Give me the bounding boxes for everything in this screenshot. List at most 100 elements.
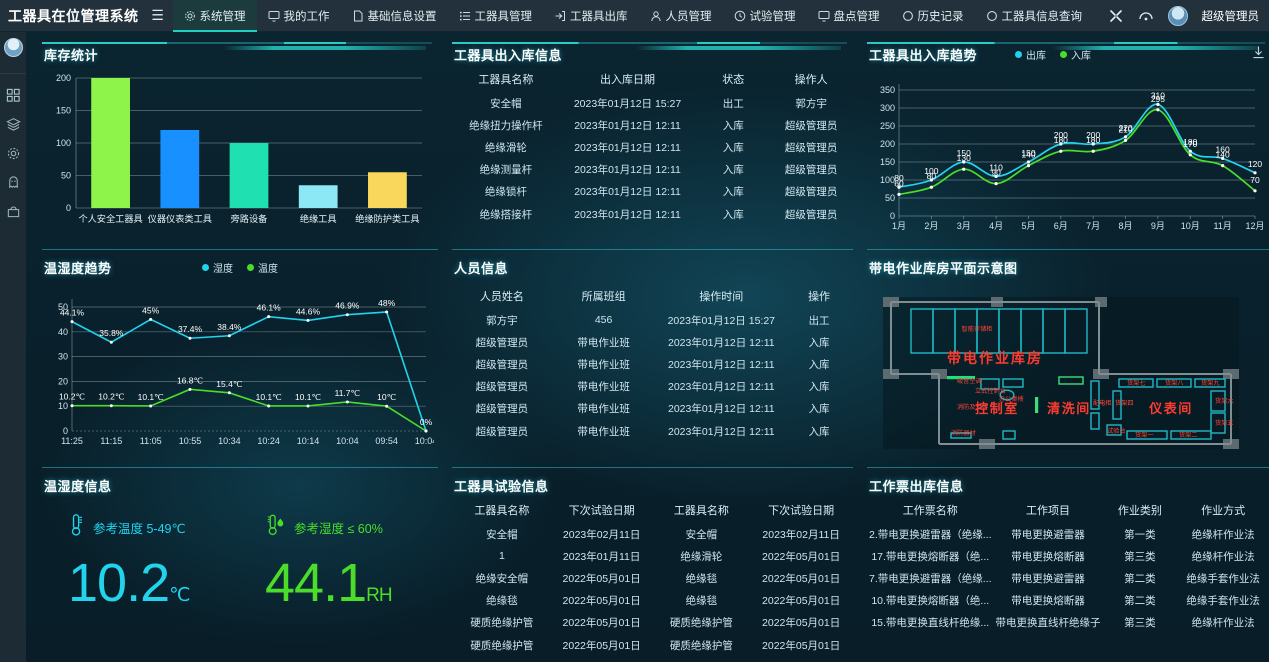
point-label: 35.8% — [99, 328, 124, 338]
point-label: 10.2℃ — [98, 392, 125, 402]
hamburger-icon[interactable]: ☰ — [147, 7, 169, 24]
x-tick-10: 11月 — [1213, 221, 1231, 231]
x-tick-8: 9月 — [1151, 221, 1165, 231]
nav-item-5[interactable]: 人员管理 — [639, 0, 723, 32]
humidity-icon — [265, 513, 286, 542]
legend-item-0[interactable]: 湿度 — [202, 260, 233, 275]
table-row[interactable]: 绝缘搭接杆 2023年01月12日 12:11 入库 超级管理员 — [452, 203, 851, 225]
gear-icon[interactable] — [6, 146, 21, 161]
x-tick-1: 11:15 — [100, 436, 122, 446]
table-row[interactable]: 绝缘锁杆 2023年01月12日 12:11 入库 超级管理员 — [452, 181, 851, 203]
small-label-11: 货架六 — [1215, 397, 1234, 405]
table-row[interactable]: 17.带电更换熔断器（绝... 带电更换熔断器 第三类 绝缘杆作业法 — [867, 545, 1269, 567]
cell-1: 2023年01月12日 12:11 — [574, 141, 681, 154]
cell-1: 带电作业班 — [577, 336, 630, 349]
table-row[interactable]: 绝缘安全帽 2022年05月01日 绝缘毯 2022年05月01日 — [452, 567, 851, 589]
svg-text:50: 50 — [885, 193, 895, 203]
nav-item-1[interactable]: 我的工作 — [257, 0, 341, 32]
table-row[interactable]: 绝缘扭力操作杆 2023年01月12日 12:11 入库 超级管理员 — [452, 114, 851, 136]
cell-0: 安全帽 — [486, 528, 518, 541]
gear-icon — [184, 10, 196, 22]
column-header-1: 下次试验日期 — [568, 505, 635, 517]
table-row[interactable]: 1 2023年01月11日 绝缘滑轮 2022年05月01日 — [452, 545, 851, 567]
nav-item-4[interactable]: 工器具出库 — [543, 0, 639, 32]
table-row[interactable]: 超级管理员 带电作业班 2023年01月12日 12:11 入库 — [452, 398, 851, 420]
table-row[interactable]: 2.带电更换避雷器（绝缘... 带电更换避雷器 第一类 绝缘杆作业法 — [867, 523, 1269, 545]
point-label: 170 — [1183, 139, 1197, 149]
point-label: 210 — [1118, 124, 1132, 134]
test-info-table: 工器具名称 下次试验日期 工器具名称 下次试验日期 安全帽 2023年02月11日 安全帽 2… — [452, 499, 851, 656]
legend-item-1[interactable]: 入库 — [1060, 47, 1091, 62]
table-row[interactable]: 绝缘测量杆 2023年01月12日 12:11 入库 超级管理员 — [452, 159, 851, 181]
legend-item-1[interactable]: 温度 — [247, 260, 278, 275]
nav-item-8[interactable]: 历史记录 — [891, 0, 975, 32]
nav-item-7[interactable]: 盘点管理 — [807, 0, 891, 32]
cell-0: 7.带电更换避雷器（绝缘... — [869, 572, 992, 585]
nav-item-0[interactable]: 系统管理 — [172, 0, 257, 32]
temperature-reference: 参考温度 5-49℃ — [93, 522, 186, 536]
thermometer-icon — [68, 513, 85, 542]
panel-title: 温湿度信息 — [44, 479, 112, 494]
x-tick-7: 10:04 — [336, 436, 359, 446]
header-accent-line — [867, 42, 1265, 44]
column-header-2: 工器具名称 — [673, 505, 729, 517]
nav-item-6[interactable]: 试验管理 — [723, 0, 807, 32]
temp-humidity-line-chart: 0102030405011:25 11:15 11:05 10:55 10:34 10:2… — [58, 298, 434, 446]
nav-item-3[interactable]: 工器具管理 — [448, 0, 544, 32]
main-nav: 系统管理 我的工作 基础信息设置 工器具管理 工器具出库 人员管理 试验管理 盘点管理 历史记录… — [172, 0, 1094, 32]
table-row[interactable]: 郭方宇 456 2023年01月12日 15:27 出工 — [452, 309, 851, 331]
grid-icon[interactable] — [6, 88, 21, 103]
cell-1: 带电作业班 — [577, 381, 630, 394]
table-row[interactable]: 7.带电更换避雷器（绝缘... 带电更换避雷器 第二类 绝缘手套作业法 — [867, 567, 1269, 589]
nav-item-2[interactable]: 基础信息设置 — [341, 0, 448, 32]
cell-1: 2022年05月01日 — [562, 617, 641, 630]
nav-item-label: 历史记录 — [917, 10, 964, 23]
avatar[interactable] — [1167, 5, 1188, 26]
cell-1: 带电作业班 — [577, 425, 630, 438]
cell-1: 带电更换熔断器 — [1011, 595, 1085, 608]
table-row[interactable]: 绝缘滑轮 2023年01月12日 12:11 入库 超级管理员 — [452, 136, 851, 158]
table-row[interactable]: 超级管理员 带电作业班 2023年01月12日 12:11 入库 — [452, 376, 851, 398]
table-row[interactable]: 硬质绝缘护管 2022年05月01日 硬质绝缘护管 2022年05月01日 — [452, 612, 851, 634]
humidity-reference: 参考湿度 ≤ 60% — [294, 522, 383, 536]
cell-0: 超级管理员 — [475, 381, 529, 394]
circle-icon — [986, 10, 998, 22]
layers-icon[interactable] — [5, 117, 21, 132]
table-row[interactable]: 超级管理员 带电作业班 2023年01月12日 12:11 入库 — [452, 331, 851, 353]
rail-avatar[interactable] — [3, 38, 23, 57]
fullscreen-icon[interactable] — [1108, 8, 1124, 24]
cell-1: 2023年01月12日 12:11 — [574, 186, 681, 199]
table-row[interactable]: 超级管理员 带电作业班 2023年01月12日 12:11 入库 — [452, 420, 851, 442]
point-label: 10℃ — [377, 392, 396, 402]
nav-item-9[interactable]: 工器具信息查询 — [975, 0, 1094, 32]
cell-3: 入库 — [808, 336, 830, 349]
download-icon[interactable] — [1252, 46, 1265, 64]
ticket-info-table: 工作票名称 工作项目 作业类别 作业方式 2.带电更换避雷器（绝缘... 带电更换避雷器第… — [867, 499, 1269, 634]
point-label: 70 — [1250, 175, 1260, 185]
table-row[interactable]: 安全帽 2023年01月12日 15:27 出工 郭方宇 — [452, 92, 851, 114]
table-row[interactable]: 绝缘毯 2022年05月01日 绝缘毯 2022年05月01日 — [452, 590, 851, 612]
cell-0: 15.带电更换直线杆绝缘... — [871, 617, 990, 630]
table-row[interactable]: 超级管理员 带电作业班 2023年01月12日 12:11 入库 — [452, 353, 851, 375]
point-label: 10.1℃ — [295, 392, 322, 402]
table-row[interactable]: 10.带电更换熔断器（绝... 带电更换熔断器 第二类 绝缘手套作业法 — [867, 590, 1269, 612]
x-tick-5: 10:24 — [257, 436, 280, 446]
small-label-6: 货架七 — [1127, 379, 1146, 387]
cell-1: 2022年05月01日 — [562, 639, 641, 652]
point-label: 38.4% — [217, 322, 242, 332]
warehouse-floorplan: 智能存储柜 带电作业库房 控制室 清洗间 仪表间 吸音空调 立式控制台 办公桌椅… — [883, 297, 1239, 449]
table-row[interactable]: 安全帽 2023年02月11日 安全帽 2023年02月11日 — [452, 523, 851, 545]
network-icon[interactable] — [1138, 8, 1154, 24]
point-label: 295 — [1151, 94, 1165, 104]
table-row[interactable]: 硬质绝缘护管 2022年05月01日 硬质绝缘护管 2022年05月01日 — [452, 634, 851, 656]
table-row[interactable]: 15.带电更换直线杆绝缘... 带电更换直线杆绝缘子 第三类 绝缘杆作业法 — [867, 612, 1269, 634]
point-label: 140 — [1021, 150, 1035, 160]
cell-3: 超级管理员 — [784, 119, 838, 132]
bag-icon[interactable] — [6, 204, 21, 219]
shield-icon[interactable] — [6, 175, 21, 190]
nav-item-label: 工器具出库 — [570, 10, 628, 23]
temperature-head: 参考温度 5-49℃ — [68, 513, 239, 542]
cell-1: 2023年02月11日 — [562, 528, 641, 541]
cell-0: 绝缘扭力操作杆 — [469, 119, 543, 132]
legend-item-0[interactable]: 出库 — [1015, 47, 1046, 62]
